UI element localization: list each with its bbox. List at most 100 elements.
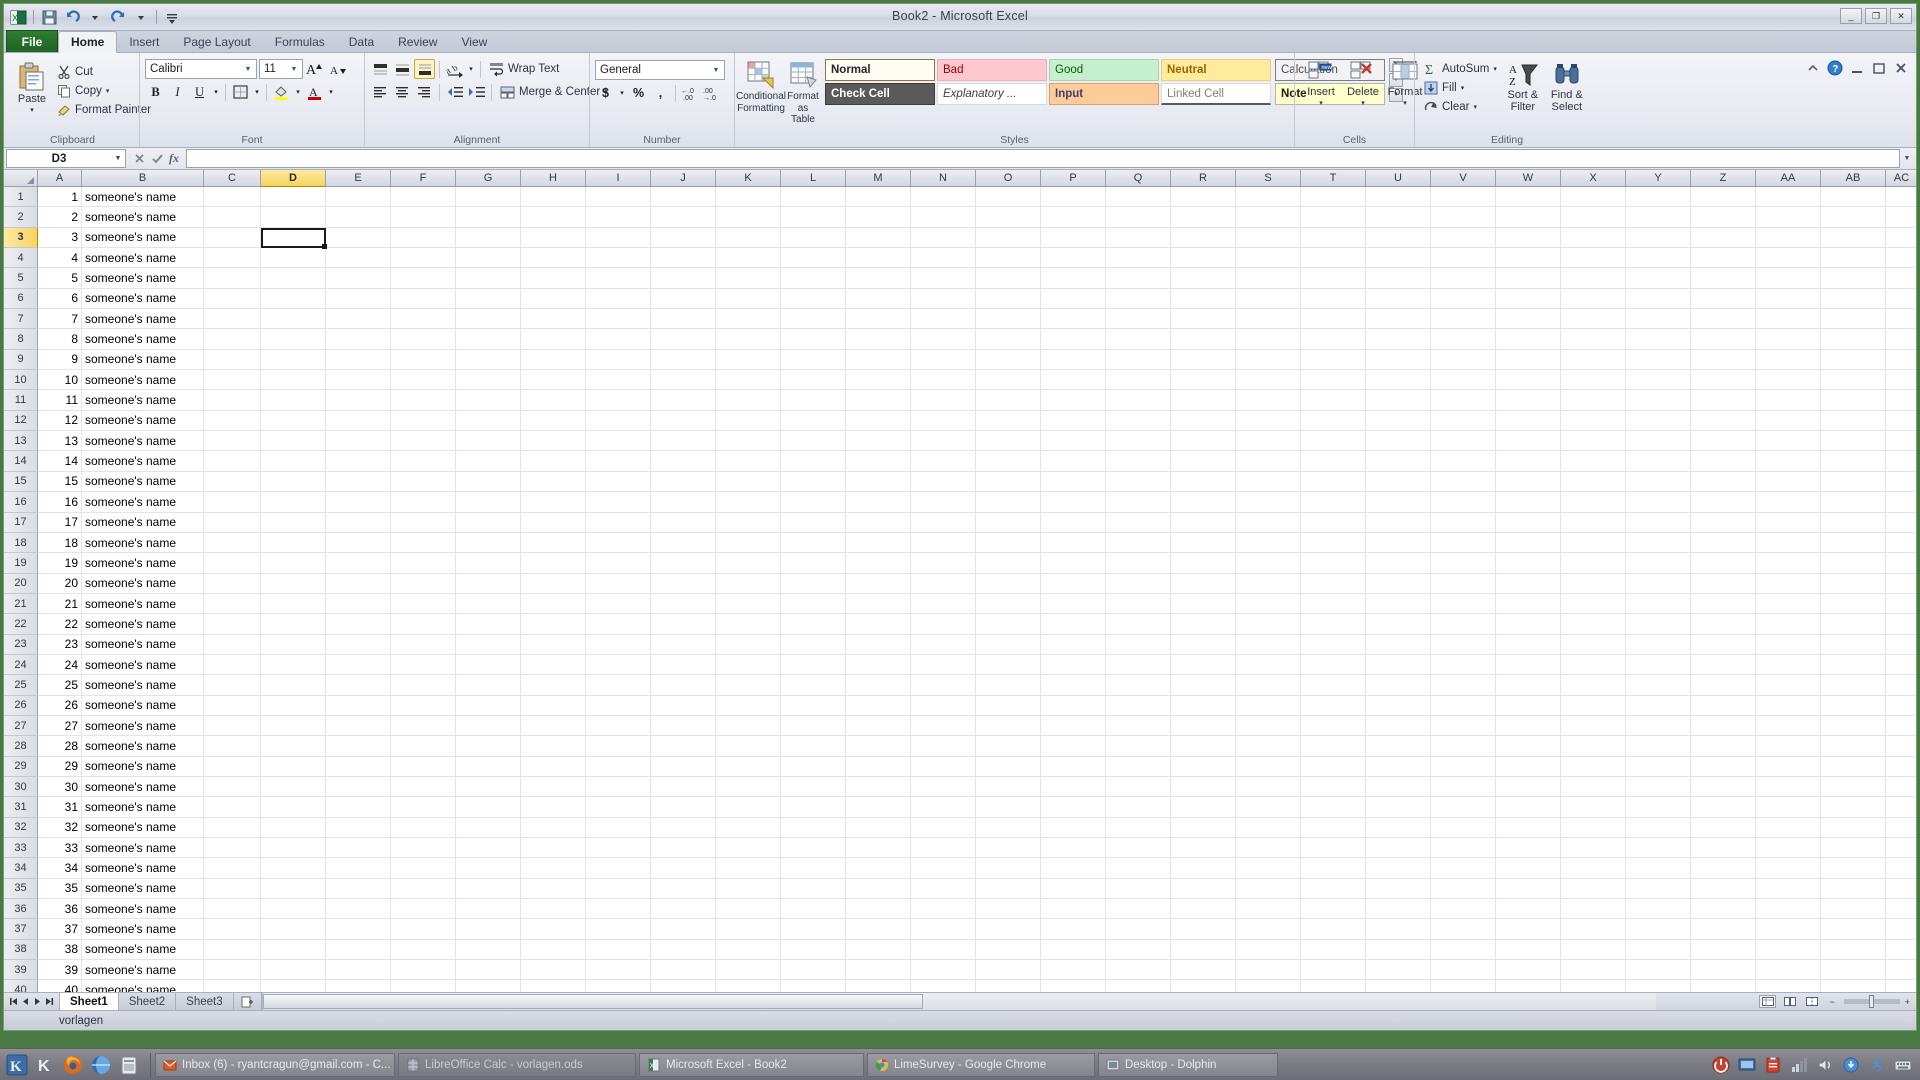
cell-N8[interactable] — [911, 329, 976, 350]
cell-K28[interactable] — [716, 736, 781, 757]
cell-L12[interactable] — [781, 410, 846, 432]
cell-A7[interactable]: 7 — [38, 309, 82, 330]
row-header-10[interactable]: 10 — [4, 370, 38, 391]
cell-I40[interactable] — [586, 980, 651, 992]
cell-M2[interactable] — [846, 207, 911, 228]
cell-O23[interactable] — [976, 634, 1041, 655]
cell-Z7[interactable] — [1691, 309, 1756, 330]
cell-N39[interactable] — [911, 960, 976, 981]
window-restore-doc-icon[interactable] — [1870, 59, 1888, 77]
cell-AA28[interactable] — [1756, 736, 1821, 757]
insert-worksheet-button[interactable] — [233, 993, 262, 1010]
cell-Q3[interactable] — [1106, 227, 1171, 249]
row-header-17[interactable]: 17 — [4, 512, 38, 533]
cell-L23[interactable] — [781, 634, 846, 655]
cell-Z25[interactable] — [1691, 675, 1756, 696]
cell-J37[interactable] — [651, 919, 716, 940]
cell-AC11[interactable] — [1886, 390, 1916, 411]
cell-E20[interactable] — [326, 573, 391, 594]
cell-Y28[interactable] — [1626, 736, 1691, 757]
cell-E2[interactable] — [326, 207, 391, 228]
cell-AC36[interactable] — [1886, 899, 1916, 920]
cell-T30[interactable] — [1301, 776, 1366, 798]
cell-J19[interactable] — [651, 553, 716, 574]
cell-AA36[interactable] — [1756, 899, 1821, 920]
cell-J39[interactable] — [651, 960, 716, 981]
cell-K34[interactable] — [716, 858, 781, 879]
column-header-D[interactable]: D — [261, 170, 326, 187]
column-header-F[interactable]: F — [391, 170, 456, 187]
align-top-button[interactable] — [370, 59, 391, 79]
table-row[interactable]: 39 someone's name — [38, 960, 1916, 981]
cell-F35[interactable] — [391, 878, 456, 900]
cell-H7[interactable] — [521, 309, 586, 330]
cell-T14[interactable] — [1301, 451, 1366, 472]
cell-D33[interactable] — [261, 838, 326, 859]
cell-V30[interactable] — [1431, 776, 1496, 798]
cell-N10[interactable] — [911, 370, 976, 391]
cell-K3[interactable] — [716, 227, 781, 249]
column-header-S[interactable]: S — [1236, 170, 1301, 187]
cell-H3[interactable] — [521, 227, 586, 249]
cell-Q15[interactable] — [1106, 471, 1171, 493]
cell-G28[interactable] — [456, 736, 521, 757]
cell-N14[interactable] — [911, 451, 976, 472]
cell-W32[interactable] — [1496, 817, 1561, 838]
cell-Y2[interactable] — [1626, 207, 1691, 228]
cell-W26[interactable] — [1496, 695, 1561, 716]
cell-D24[interactable] — [261, 654, 326, 676]
cell-AB30[interactable] — [1821, 776, 1886, 798]
cell-Z21[interactable] — [1691, 593, 1756, 615]
cell-B29[interactable]: someone's name — [82, 756, 204, 777]
cell-T18[interactable] — [1301, 532, 1366, 554]
cell-O28[interactable] — [976, 736, 1041, 757]
cell-F22[interactable] — [391, 614, 456, 635]
row-header-4[interactable]: 4 — [4, 248, 38, 269]
cell-L9[interactable] — [781, 349, 846, 371]
cell-P12[interactable] — [1041, 410, 1106, 432]
cell-style-linked-cell[interactable]: Linked Cell — [1161, 83, 1271, 105]
cell-B1[interactable]: someone's name — [82, 187, 204, 208]
orientation-dropdown-icon[interactable]: ▾ — [466, 59, 476, 79]
cell-V33[interactable] — [1431, 838, 1496, 859]
cell-AA19[interactable] — [1756, 553, 1821, 574]
cell-V27[interactable] — [1431, 715, 1496, 737]
cell-H28[interactable] — [521, 736, 586, 757]
cell-AB9[interactable] — [1821, 349, 1886, 371]
cell-K19[interactable] — [716, 553, 781, 574]
cell-U1[interactable] — [1366, 187, 1431, 208]
cell-K35[interactable] — [716, 878, 781, 900]
cell-AA5[interactable] — [1756, 268, 1821, 289]
cell-E34[interactable] — [326, 858, 391, 879]
cell-B12[interactable]: someone's name — [82, 410, 204, 432]
cell-O14[interactable] — [976, 451, 1041, 472]
cell-C7[interactable] — [204, 309, 261, 330]
cell-X14[interactable] — [1561, 451, 1626, 472]
cell-I17[interactable] — [586, 512, 651, 533]
taskbar-item-libreoffice-calc[interactable]: LibreOffice Calc - vorlagen.ods — [398, 1052, 636, 1077]
insert-dropdown-icon[interactable]: ▾ — [1319, 99, 1323, 107]
cell-O1[interactable] — [976, 187, 1041, 208]
cell-AC38[interactable] — [1886, 940, 1916, 961]
font-name-chevron-down-icon[interactable]: ▼ — [242, 66, 254, 73]
name-box-chevron-down-icon[interactable]: ▼ — [111, 155, 125, 162]
cell-I33[interactable] — [586, 838, 651, 859]
cell-S24[interactable] — [1236, 654, 1301, 676]
row-header-21[interactable]: 21 — [4, 593, 38, 615]
cell-X38[interactable] — [1561, 939, 1626, 961]
cell-C34[interactable] — [204, 858, 261, 879]
cell-L16[interactable] — [781, 492, 846, 513]
cell-AC10[interactable] — [1886, 370, 1916, 391]
cell-AA25[interactable] — [1756, 675, 1821, 696]
cell-F14[interactable] — [391, 451, 456, 472]
cell-Y18[interactable] — [1626, 532, 1691, 554]
cell-F19[interactable] — [391, 553, 456, 574]
cell-O13[interactable] — [976, 431, 1041, 452]
cell-H24[interactable] — [521, 654, 586, 676]
table-row[interactable]: 13 someone's name — [38, 431, 1916, 452]
cell-E32[interactable] — [326, 817, 391, 838]
row-header-5[interactable]: 5 — [4, 268, 38, 289]
cell-Z10[interactable] — [1691, 370, 1756, 391]
cell-S39[interactable] — [1236, 960, 1301, 981]
cell-K6[interactable] — [716, 288, 781, 310]
